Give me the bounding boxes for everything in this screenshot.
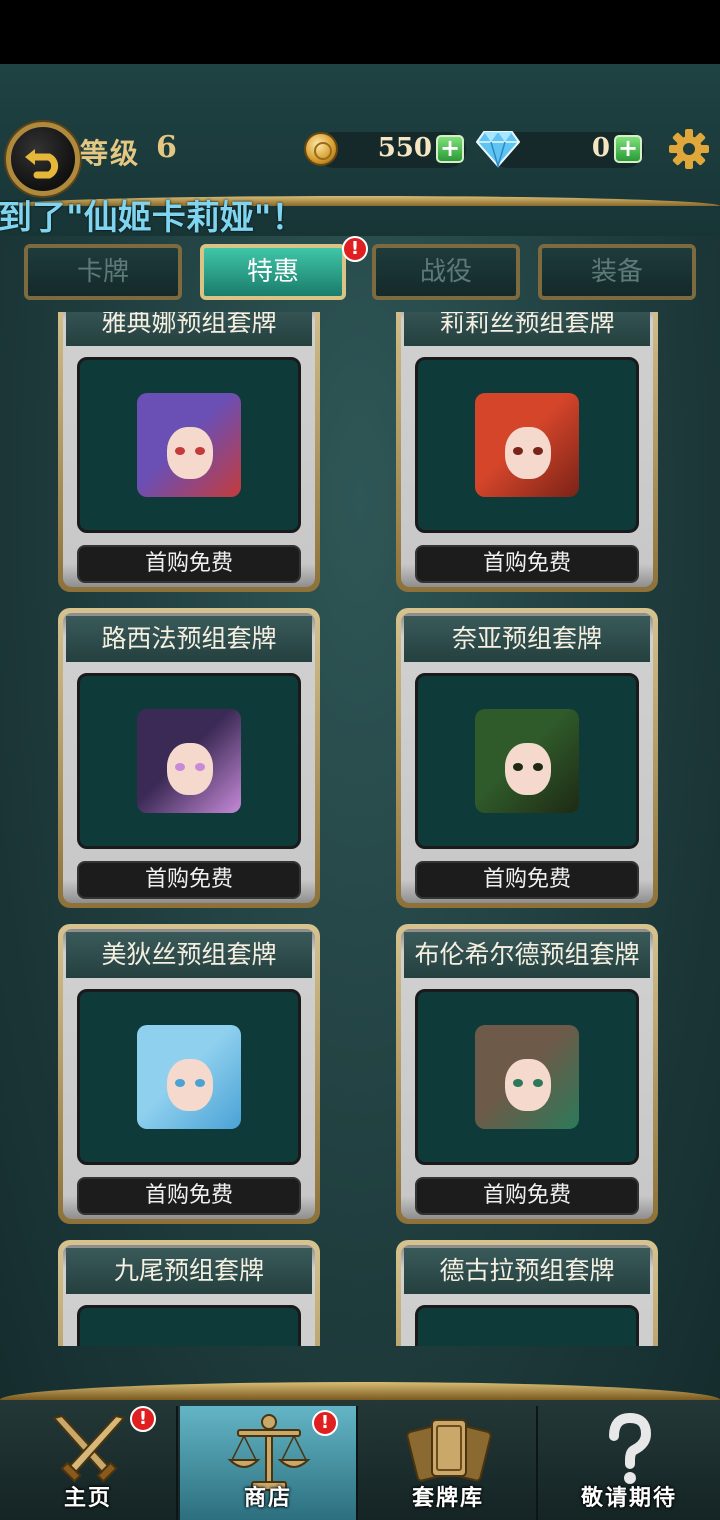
deck-title: 奈亚预组套牌	[404, 616, 650, 662]
portrait-eye	[175, 763, 185, 771]
deck-price-button[interactable]: 首购免费	[77, 545, 301, 583]
diamond-amount: 0	[591, 133, 610, 163]
tab-equipment[interactable]: 装备	[538, 244, 696, 300]
deck-card-frame: 布伦希尔德预组套牌首购免费	[401, 929, 653, 1219]
deck-card[interactable]: 路西法预组套牌首购免费	[58, 608, 320, 908]
deck-price-button[interactable]: 首购免费	[415, 545, 639, 583]
portrait-face	[167, 427, 213, 479]
deck-art-panel	[415, 357, 639, 533]
deck-card-frame: 奈亚预组套牌首购免费	[401, 613, 653, 903]
nav-label: 商店	[243, 1486, 292, 1511]
add-gold-button[interactable]: +	[436, 135, 464, 163]
broadcast-marquee: 抽到了"仙姬卡莉娅"！	[0, 196, 720, 240]
character-portrait	[475, 709, 579, 813]
portrait-eye	[513, 1079, 523, 1087]
deck-card[interactable]: 布伦希尔德预组套牌首购免费	[396, 924, 658, 1224]
deck-art-panel	[77, 1305, 301, 1346]
tab-cards[interactable]: 卡牌	[24, 244, 182, 300]
deck-card-frame: 莉莉丝预组套牌首购免费	[401, 312, 653, 587]
character-portrait	[475, 1025, 579, 1129]
tab-special-offers[interactable]: 特惠	[200, 244, 346, 300]
nav-label: 主页	[63, 1486, 112, 1511]
deck-art-panel	[415, 673, 639, 849]
portrait-eye	[533, 763, 543, 771]
shop-screen: 等级 6 550 + 0 + 抽到了"仙姬卡莉娅"！ 卡	[0, 64, 720, 1520]
deck-grid[interactable]: 雅典娜预组套牌 首购免费 莉莉丝预组套牌 首购免费 路西法预组套牌 首购免费 奈亚预组套牌首…	[0, 312, 720, 1346]
deck-art-panel	[77, 357, 301, 533]
character-portrait	[137, 709, 241, 813]
portrait-eye	[195, 447, 205, 455]
character-portrait	[137, 1025, 241, 1129]
portrait-face	[167, 1059, 213, 1111]
portrait-face	[505, 427, 551, 479]
portrait-eye	[175, 447, 185, 455]
nav-home-badge: !	[130, 1406, 156, 1432]
tab-label: 战役	[419, 257, 472, 287]
deck-title: 德古拉预组套牌	[404, 1248, 650, 1294]
deck-card[interactable]: 雅典娜预组套牌首购免费	[58, 312, 320, 592]
tab-label: 特惠	[246, 257, 299, 287]
level-value: 6	[156, 130, 177, 165]
deck-title: 雅典娜预组套牌	[66, 312, 312, 346]
deck-art-panel	[77, 989, 301, 1165]
deck-art-panel	[415, 1305, 639, 1346]
deck-card[interactable]: 德古拉预组套牌	[396, 1240, 658, 1346]
back-icon	[25, 149, 59, 179]
tab-label: 卡牌	[76, 257, 129, 287]
nav-deck-library[interactable]: 套牌库	[360, 1406, 538, 1520]
deck-price-button[interactable]: 首购免费	[77, 861, 301, 899]
portrait-eye	[195, 1079, 205, 1087]
nav-label: 套牌库	[411, 1486, 484, 1511]
deck-price-button[interactable]: 首购免费	[77, 1177, 301, 1215]
nav-shop-badge: !	[312, 1410, 338, 1436]
portrait-eye	[533, 447, 543, 455]
deck-card[interactable]: 莉莉丝预组套牌首购免费	[396, 312, 658, 592]
deck-card[interactable]: 美狄丝预组套牌首购免费	[58, 924, 320, 1224]
deck-card-frame: 九尾预组套牌	[63, 1245, 315, 1346]
character-portrait	[475, 393, 579, 497]
nav-coming-soon[interactable]: 敬请期待	[540, 1406, 718, 1520]
portrait-face	[167, 743, 213, 795]
portrait-face	[505, 743, 551, 795]
nav-label: 敬请期待	[580, 1486, 677, 1511]
deck-art-panel	[77, 673, 301, 849]
status-bar	[0, 0, 720, 64]
back-button[interactable]	[6, 122, 80, 196]
gold-coin-icon	[304, 132, 338, 166]
gear-icon[interactable]	[668, 128, 710, 170]
deck-price-button[interactable]: 首购免费	[415, 861, 639, 899]
deck-card-frame: 德古拉预组套牌	[401, 1245, 653, 1346]
deck-card[interactable]: 九尾预组套牌	[58, 1240, 320, 1346]
tab-campaign[interactable]: 战役	[372, 244, 520, 300]
deck-card-frame: 雅典娜预组套牌首购免费	[63, 312, 315, 587]
deck-title: 美狄丝预组套牌	[66, 932, 312, 978]
deck-card-frame: 路西法预组套牌首购免费	[63, 613, 315, 903]
portrait-eye	[513, 447, 523, 455]
deck-title: 莉莉丝预组套牌	[404, 312, 650, 346]
character-portrait	[137, 393, 241, 497]
broadcast-text: 抽到了"仙姬卡莉娅"！	[0, 198, 306, 238]
add-diamond-button[interactable]: +	[614, 135, 642, 163]
portrait-face	[505, 1059, 551, 1111]
gold-amount: 550	[377, 133, 432, 163]
deck-card[interactable]: 奈亚预组套牌首购免费	[396, 608, 658, 908]
deck-title: 布伦希尔德预组套牌	[404, 932, 650, 978]
level-label: 等级	[80, 137, 141, 170]
portrait-eye	[513, 763, 523, 771]
deck-art-panel	[415, 989, 639, 1165]
portrait-eye	[175, 1079, 185, 1087]
tab-alert-badge: !	[342, 236, 368, 262]
deck-card-frame: 美狄丝预组套牌首购免费	[63, 929, 315, 1219]
tab-label: 装备	[590, 257, 643, 287]
portrait-eye	[195, 763, 205, 771]
gold-counter: 550 +	[316, 132, 466, 168]
portrait-eye	[533, 1079, 543, 1087]
deck-title: 九尾预组套牌	[66, 1248, 312, 1294]
diamond-icon	[476, 131, 520, 168]
bottom-nav-rim	[0, 1382, 720, 1400]
deck-price-button[interactable]: 首购免费	[415, 1177, 639, 1215]
deck-title: 路西法预组套牌	[66, 616, 312, 662]
